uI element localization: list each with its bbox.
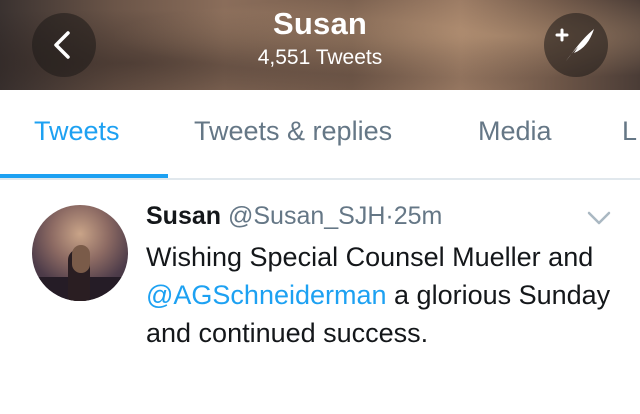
tweet-item[interactable]: Susan @Susan_SJH·25m Wishing Special Cou… xyxy=(0,180,640,414)
tweet-timestamp[interactable]: 25m xyxy=(394,202,443,230)
avatar[interactable] xyxy=(32,205,128,301)
compose-tweet-button[interactable] xyxy=(544,13,608,77)
chevron-down-icon[interactable] xyxy=(586,210,612,226)
tweet-meta: Susan @Susan_SJH·25m xyxy=(146,202,442,231)
tweet-text: Wishing Special Counsel Mueller and @AGS… xyxy=(146,238,626,352)
tweet-author-name[interactable]: Susan xyxy=(146,202,221,230)
profile-header: Susan 4,551 Tweets xyxy=(0,0,640,90)
meta-separator: · xyxy=(385,202,394,230)
tweet-text-part1: Wishing Special Counsel Mueller and xyxy=(146,242,594,272)
tab-likes[interactable]: L xyxy=(622,116,637,147)
active-tab-indicator xyxy=(0,174,168,178)
avatar-hair xyxy=(72,245,90,273)
tweet-author-handle[interactable]: @Susan_SJH xyxy=(228,202,385,230)
tweet-mention-link[interactable]: @AGSchneiderman xyxy=(146,280,387,310)
tab-tweets[interactable]: Tweets xyxy=(34,116,120,147)
profile-tabs: Tweets Tweets & replies Media L xyxy=(0,90,640,180)
compose-quill-icon xyxy=(555,28,594,61)
tab-media[interactable]: Media xyxy=(478,116,552,147)
tab-tweets-and-replies[interactable]: Tweets & replies xyxy=(194,116,392,147)
